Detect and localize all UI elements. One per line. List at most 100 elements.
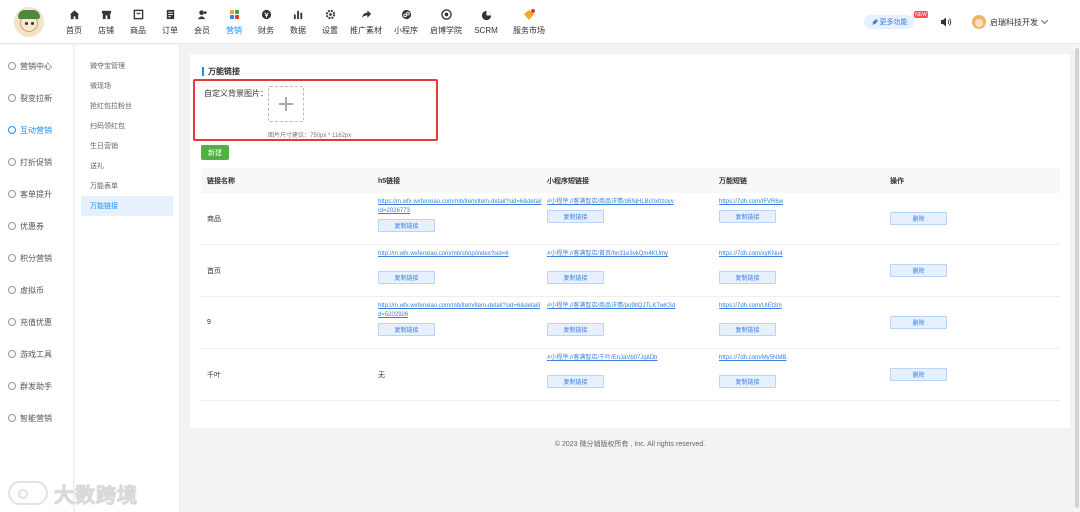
link-name: 商品 xyxy=(207,215,221,223)
scrollbar[interactable] xyxy=(1074,45,1080,512)
nav-label: 设置 xyxy=(322,25,338,35)
nav-settings[interactable]: 设置 xyxy=(314,0,346,44)
sidebar-item-fission[interactable]: 裂变拉新 xyxy=(0,82,73,114)
nav-goods[interactable]: 商品 xyxy=(122,0,154,44)
table-row: 商品 https://m.wfx.wxfenxiao.com/mb/item/i… xyxy=(201,193,1060,245)
copy-h5-button[interactable]: 复制链接 xyxy=(378,219,435,232)
sidebar-item-coupon[interactable]: 优惠券 xyxy=(0,210,73,242)
copy-mini-button[interactable]: 复制链接 xyxy=(547,323,604,336)
short-link[interactable]: https://7dh.com/UIEt3m xyxy=(719,302,884,311)
subnav-item[interactable]: 抢红包拉粉丝 xyxy=(81,96,173,116)
store-icon xyxy=(100,9,112,21)
links-table: 链接名称 h5链接 小程序短链接 万能短链 操作 商品 https://m.wf… xyxy=(201,168,1060,401)
watermark: 大数跨境 xyxy=(8,478,138,508)
sidebar-item-points[interactable]: 积分营销 xyxy=(0,242,73,274)
nav-label: 订单 xyxy=(162,25,178,35)
chevron-down-icon xyxy=(1040,16,1049,25)
nav-label: 会员 xyxy=(194,25,210,35)
mini-link[interactable]: #小程序://客满智店/商品详情/d6NjHLBc0x0zoyv xyxy=(547,198,712,207)
copy-mini-button[interactable]: 复制链接 xyxy=(547,375,604,388)
finance-icon xyxy=(260,9,272,21)
nav-academy[interactable]: 启博学院 xyxy=(426,0,466,44)
footer-copyright: © 2023 微分销版权所有 , Inc. All rights reserve… xyxy=(554,441,706,448)
home-icon xyxy=(68,9,80,21)
subnav-item[interactable]: 生日营销 xyxy=(81,136,173,156)
image-size-hint: 图片尺寸建议：750px * 1162px xyxy=(268,133,352,139)
mini-link[interactable]: #小程序://客满智店/商品详情/po9tlQJTLKTwKSd xyxy=(547,302,712,311)
copy-short-button[interactable]: 复制链接 xyxy=(719,271,776,284)
mini-link[interactable]: #小程序://客满智店/首页/hn31e3vkQm4KUmy xyxy=(547,250,712,259)
mass-send-icon xyxy=(8,382,16,390)
sidebar-item-label: 客单提升 xyxy=(20,189,52,199)
subnav-item-universal-link[interactable]: 万能链接 xyxy=(81,196,173,216)
main-panel: 万能链接 自定义背景图片： 图片尺寸建议：750px * 1162px 新建 链… xyxy=(190,54,1070,428)
short-link[interactable]: https://7dh.com/My5NMB xyxy=(719,354,884,363)
more-features-button[interactable]: 更多功能 xyxy=(864,15,914,29)
subnav-item[interactable]: 扫码领红包 xyxy=(81,116,173,136)
subnav-item[interactable]: 微现场 xyxy=(81,76,173,96)
copy-mini-button[interactable]: 复制链接 xyxy=(547,271,604,284)
sidebar-item-recharge[interactable]: 充值优惠 xyxy=(0,306,73,338)
sidebar-item-label: 群发助手 xyxy=(20,381,52,391)
smart-icon xyxy=(8,414,16,422)
short-link[interactable]: https://7dh.com/IFVR6w xyxy=(719,198,884,207)
share-icon xyxy=(360,9,372,21)
new-badge: NEW xyxy=(914,11,928,18)
settings-icon xyxy=(324,9,336,21)
delete-button[interactable]: 删除 xyxy=(890,316,947,329)
copy-short-button[interactable]: 复制链接 xyxy=(719,210,776,223)
sidebar-item-virtual-coin[interactable]: 虚拟币 xyxy=(0,274,73,306)
mini-link[interactable]: #小程序://客满智店/千叶/EnJaVb07JgiIDb xyxy=(547,354,712,363)
nav-miniapp[interactable]: 小程序 xyxy=(386,0,426,44)
copy-mini-button[interactable]: 复制链接 xyxy=(547,210,604,223)
h5-link[interactable]: http://m.wfx.wxfenxiao.com/mb/shop/index… xyxy=(378,250,543,259)
nav-label: 营销 xyxy=(226,25,242,35)
nav-promotion-material[interactable]: 推广素材 xyxy=(346,0,386,44)
sidebar-secondary: 微夺宝管理 微现场 抢红包拉粉丝 扫码领红包 生日营销 送礼 万能表单 万能链接 xyxy=(75,45,180,512)
nav-order[interactable]: 订单 xyxy=(154,0,186,44)
speaker-icon[interactable] xyxy=(940,17,952,27)
link-name: 9 xyxy=(207,319,211,326)
delete-button[interactable]: 删除 xyxy=(890,264,947,277)
nav-marketing[interactable]: 营销 xyxy=(218,0,250,44)
nav-data[interactable]: 数据 xyxy=(282,0,314,44)
subnav-item[interactable]: 微夺宝管理 xyxy=(81,56,173,76)
subnav-item[interactable]: 送礼 xyxy=(81,156,173,176)
upload-image-button[interactable] xyxy=(268,86,304,122)
copy-short-button[interactable]: 复制链接 xyxy=(719,375,776,388)
scrollbar-thumb[interactable] xyxy=(1075,48,1079,508)
nav-member[interactable]: 会员 xyxy=(186,0,218,44)
delete-button[interactable]: 删除 xyxy=(890,212,947,225)
sidebar-item-interactive[interactable]: 互动营销 xyxy=(0,114,73,146)
sidebar-item-game-tools[interactable]: 游戏工具 xyxy=(0,338,73,370)
sidebar-item-order-boost[interactable]: 客单提升 xyxy=(0,178,73,210)
sidebar-item-mass-send[interactable]: 群发助手 xyxy=(0,370,73,402)
scrm-icon xyxy=(480,10,492,22)
nav-service-market[interactable]: 服务市场 xyxy=(506,0,552,44)
copy-h5-button[interactable]: 复制链接 xyxy=(378,271,435,284)
column-header: 万能短链 xyxy=(719,177,747,185)
sidebar-item-label: 裂变拉新 xyxy=(20,93,52,103)
sidebar-item-marketing-center[interactable]: 营销中心 xyxy=(0,50,73,82)
recharge-icon xyxy=(8,318,16,326)
h5-link[interactable]: http://m.wfx.wxfenxiao.com/mb/item/item-… xyxy=(378,302,543,320)
user-menu[interactable]: 启瑞科技开发 xyxy=(972,13,1049,31)
avatar xyxy=(972,15,986,29)
nav-scrm[interactable]: SCRM xyxy=(466,0,506,44)
sidebar-item-smart-marketing[interactable]: 智能营销 xyxy=(0,402,73,434)
subnav-item[interactable]: 万能表单 xyxy=(81,176,173,196)
nav-label: 启博学院 xyxy=(430,25,462,35)
h5-link[interactable]: https://m.wfx.wxfenxiao.com/mb/item/item… xyxy=(378,198,543,216)
new-button[interactable]: 新建 xyxy=(201,145,229,160)
rocket-icon xyxy=(871,19,877,25)
column-header: 操作 xyxy=(890,177,904,185)
brand-logo[interactable] xyxy=(14,7,44,37)
nav-home[interactable]: 首页 xyxy=(58,0,90,44)
sidebar-item-discount[interactable]: 打折促销 xyxy=(0,146,73,178)
copy-short-button[interactable]: 复制链接 xyxy=(719,323,776,336)
nav-store[interactable]: 店铺 xyxy=(90,0,122,44)
nav-finance[interactable]: 财务 xyxy=(250,0,282,44)
delete-button[interactable]: 删除 xyxy=(890,368,947,381)
short-link[interactable]: https://7dh.com/xyKNu4 xyxy=(719,250,884,259)
copy-h5-button[interactable]: 复制链接 xyxy=(378,323,435,336)
